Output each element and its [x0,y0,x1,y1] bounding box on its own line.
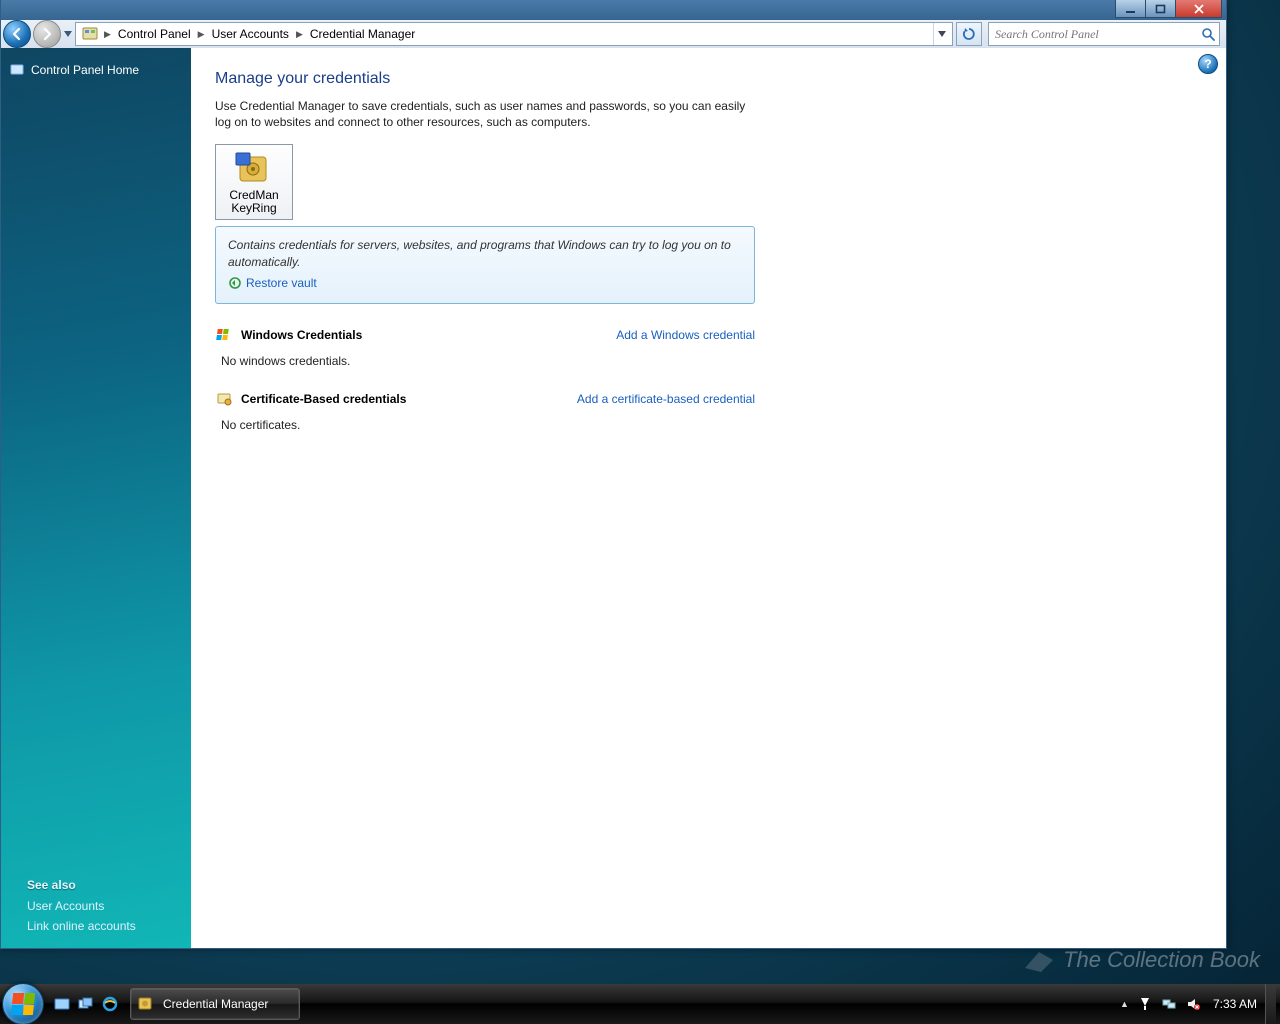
titlebar[interactable] [1,0,1226,20]
vault-label: CredMan KeyRing [216,189,292,215]
sidebar-item-label: Control Panel Home [31,63,139,77]
vault-icon [234,151,274,187]
section-title: Certificate-Based credentials [241,392,577,406]
chevron-right-icon: ▶ [196,29,207,40]
section-title: Windows Credentials [241,328,616,342]
sidebar-link-user-accounts[interactable]: User Accounts [1,896,191,916]
sidebar-control-panel-home[interactable]: Control Panel Home [1,58,191,82]
network-icon[interactable] [1160,995,1178,1013]
address-bar[interactable]: ▶ Control Panel ▶ User Accounts ▶ Creden… [75,22,953,46]
chevron-right-icon: ▶ [102,29,113,40]
windows-flag-icon [215,326,233,344]
action-center-icon[interactable] [1136,995,1154,1013]
add-windows-credential-link[interactable]: Add a Windows credential [616,328,755,342]
restore-vault-link[interactable]: Restore vault [228,276,317,290]
switch-windows-icon[interactable] [76,994,96,1014]
vault-info-panel: Contains credentials for servers, websit… [215,226,755,303]
windows-credentials-empty: No windows credentials. [221,354,755,368]
vault-info-text: Contains credentials for servers, websit… [228,237,742,269]
quick-launch [50,994,122,1014]
explorer-window: ▶ Control Panel ▶ User Accounts ▶ Creden… [0,0,1227,949]
minimize-button[interactable] [1115,0,1146,18]
breadcrumb-user-accounts[interactable]: User Accounts [207,23,294,45]
control-panel-home-icon [9,62,25,78]
help-button[interactable]: ? [1198,54,1218,74]
sidebar-see-also-heading: See also [1,874,191,896]
content-pane: ? Manage your credentials Use Credential… [191,48,1226,948]
certificate-icon [215,390,233,408]
taskbar-item-label: Credential Manager [163,997,268,1011]
tray-overflow-icon[interactable]: ▲ [1120,999,1129,1009]
refresh-button[interactable] [956,22,982,46]
breadcrumb-credential-manager[interactable]: Credential Manager [305,23,420,45]
vault-icon [137,995,155,1013]
search-icon[interactable] [1197,23,1219,45]
section-certificate-credentials: Certificate-Based credentials Add a cert… [215,390,755,408]
vault-tile[interactable]: CredMan KeyRing [215,144,293,220]
section-windows-credentials: Windows Credentials Add a Windows creden… [215,326,755,344]
page-title: Manage your credentials [215,70,755,88]
forward-button[interactable] [33,20,61,48]
certificate-credentials-empty: No certificates. [221,418,755,432]
show-desktop-icon[interactable] [52,994,72,1014]
start-button[interactable] [2,983,44,1024]
internet-explorer-icon[interactable] [100,994,120,1014]
back-button[interactable] [3,20,31,48]
recent-pages-dropdown[interactable] [63,25,73,43]
close-button[interactable] [1175,0,1222,18]
chevron-right-icon: ▶ [294,29,305,40]
watermark: The Collection Book [1023,947,1260,974]
control-panel-icon [82,26,98,42]
breadcrumb-control-panel[interactable]: Control Panel [113,23,196,45]
search-box[interactable] [988,22,1220,46]
page-description: Use Credential Manager to save credentia… [215,98,755,130]
restore-icon [228,276,242,290]
nav-toolbar: ▶ Control Panel ▶ User Accounts ▶ Creden… [1,20,1226,49]
sidebar: Control Panel Home See also User Account… [1,48,191,948]
taskbar: Credential Manager ▲ 7:33 AM [0,984,1280,1024]
system-tray: ▲ 7:33 AM [1116,984,1280,1024]
taskbar-item-credential-manager[interactable]: Credential Manager [130,988,300,1020]
add-certificate-credential-link[interactable]: Add a certificate-based credential [577,392,755,406]
taskbar-clock[interactable]: 7:33 AM [1213,997,1257,1011]
sidebar-link-link-online-accounts[interactable]: Link online accounts [1,916,191,936]
volume-icon[interactable] [1184,995,1202,1013]
show-desktop-button[interactable] [1265,984,1276,1024]
search-input[interactable] [989,27,1197,42]
maximize-button[interactable] [1145,0,1176,18]
address-dropdown[interactable] [933,23,950,45]
